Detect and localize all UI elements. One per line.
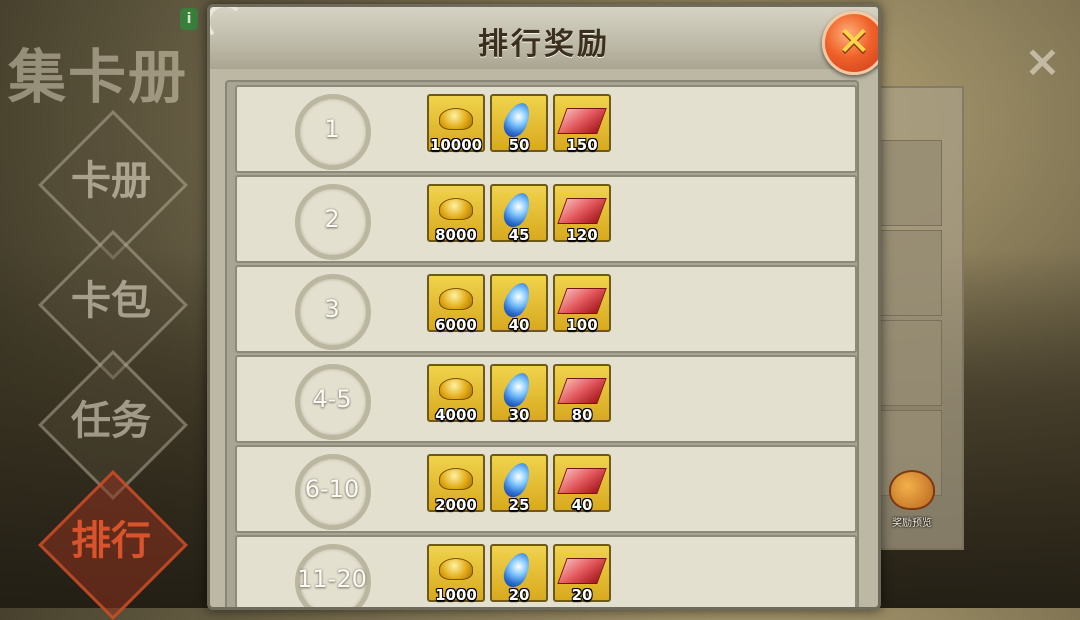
- peacock-feather-icon: [499, 459, 535, 501]
- reward-quantity: 40: [571, 496, 593, 514]
- gold-ingot-icon: [439, 558, 473, 580]
- reward-item[interactable]: 4000: [427, 364, 485, 424]
- reward-quantity: 50: [508, 136, 530, 154]
- left-menu: 集卡册 i 卡册 卡包 任务 排行: [0, 0, 210, 620]
- reward-bag-icon: [889, 470, 935, 510]
- reward-quantity: 80: [571, 406, 593, 424]
- reward-item[interactable]: 8000: [427, 184, 485, 244]
- reward-quantity: 4000: [435, 406, 477, 424]
- reward-item[interactable]: 25: [490, 454, 548, 514]
- info-icon[interactable]: i: [180, 8, 198, 30]
- gold-ingot-icon: [439, 108, 473, 130]
- table-row: 11-20 1000 20 20: [235, 535, 857, 607]
- table-row: 6-10 2000 25 40: [235, 445, 857, 533]
- peacock-feather-icon: [499, 189, 535, 231]
- red-cloth-icon: [557, 198, 607, 224]
- table-row: 2 8000 45 120: [235, 175, 857, 263]
- reward-quantity: 1000: [435, 586, 477, 604]
- menu-item-card-album-label: 卡册: [71, 157, 151, 204]
- dialog-title: 排行奖励: [478, 27, 610, 62]
- reward-quantity: 30: [508, 406, 530, 424]
- rank-label: 4-5: [312, 385, 352, 413]
- menu-item-tasks-label: 任务: [71, 397, 151, 444]
- reward-quantity: 10000: [429, 136, 483, 154]
- reward-quantity: 100: [566, 316, 598, 334]
- reward-quantity: 25: [508, 496, 530, 514]
- rank-label: 3: [324, 295, 340, 323]
- side-slot: [880, 230, 942, 316]
- red-cloth-icon: [557, 378, 607, 404]
- close-button[interactable]: ✕: [822, 11, 878, 75]
- rank-label: 6-10: [304, 475, 360, 503]
- table-row: 4-5 4000 30 80: [235, 355, 857, 443]
- reward-item[interactable]: 80: [553, 364, 611, 424]
- reward-item[interactable]: 50: [490, 94, 548, 154]
- red-cloth-icon: [557, 288, 607, 314]
- ranking-list[interactable]: 1 10000 50 150 2 8000 45 120 3 6000 40 100 4-5 4000 30…: [225, 80, 859, 607]
- gold-ingot-icon: [439, 198, 473, 220]
- side-slot: [880, 140, 942, 226]
- reward-quantity: 40: [508, 316, 530, 334]
- gold-ingot-icon: [439, 378, 473, 400]
- side-slot: [880, 320, 942, 406]
- reward-quantity: 20: [571, 586, 593, 604]
- menu-item-ranking-label: 排行: [71, 517, 151, 564]
- red-cloth-icon: [557, 468, 607, 494]
- close-icon: ✕: [837, 19, 871, 65]
- reward-quantity: 8000: [435, 226, 477, 244]
- reward-item[interactable]: 20: [553, 544, 611, 604]
- peacock-feather-icon: [499, 549, 535, 591]
- menu-title: 集卡册: [8, 43, 189, 111]
- rank-label: 2: [324, 205, 340, 233]
- reward-item[interactable]: 40: [553, 454, 611, 514]
- reward-item[interactable]: 20: [490, 544, 548, 604]
- rank-label: 1: [324, 115, 340, 143]
- menu-item-card-pack-label: 卡包: [71, 277, 151, 324]
- reward-item[interactable]: 120: [553, 184, 611, 244]
- red-cloth-icon: [557, 108, 607, 134]
- reward-item[interactable]: 2000: [427, 454, 485, 514]
- reward-item[interactable]: 40: [490, 274, 548, 334]
- reward-item[interactable]: 150: [553, 94, 611, 154]
- peacock-feather-icon: [499, 369, 535, 411]
- reward-item[interactable]: 30: [490, 364, 548, 424]
- red-cloth-icon: [557, 558, 607, 584]
- reward-item[interactable]: 45: [490, 184, 548, 244]
- gold-ingot-icon: [439, 288, 473, 310]
- reward-item[interactable]: 10000: [427, 94, 485, 154]
- reward-preview-button[interactable]: 奖励预览: [880, 470, 944, 540]
- gold-ingot-icon: [439, 468, 473, 490]
- background-close-icon[interactable]: ×: [1024, 40, 1061, 84]
- reward-quantity: 45: [508, 226, 530, 244]
- peacock-feather-icon: [499, 279, 535, 321]
- rank-label: 11-20: [297, 565, 367, 593]
- reward-item[interactable]: 6000: [427, 274, 485, 334]
- reward-quantity: 20: [508, 586, 530, 604]
- reward-quantity: 2000: [435, 496, 477, 514]
- reward-quantity: 120: [566, 226, 598, 244]
- reward-item[interactable]: 100: [553, 274, 611, 334]
- table-row: 1 10000 50 150: [235, 85, 857, 173]
- reward-item[interactable]: 1000: [427, 544, 485, 604]
- peacock-feather-icon: [499, 99, 535, 141]
- table-row: 3 6000 40 100: [235, 265, 857, 353]
- dialog-header: 排行奖励: [210, 7, 878, 69]
- reward-quantity: 6000: [435, 316, 477, 334]
- reward-quantity: 150: [566, 136, 598, 154]
- ranking-rewards-dialog: 排行奖励 ✕ 1 10000 50 150 2 8000 45 120 3 6000 40 100 4-…: [207, 4, 881, 610]
- reward-preview-label: 奖励预览: [892, 518, 932, 529]
